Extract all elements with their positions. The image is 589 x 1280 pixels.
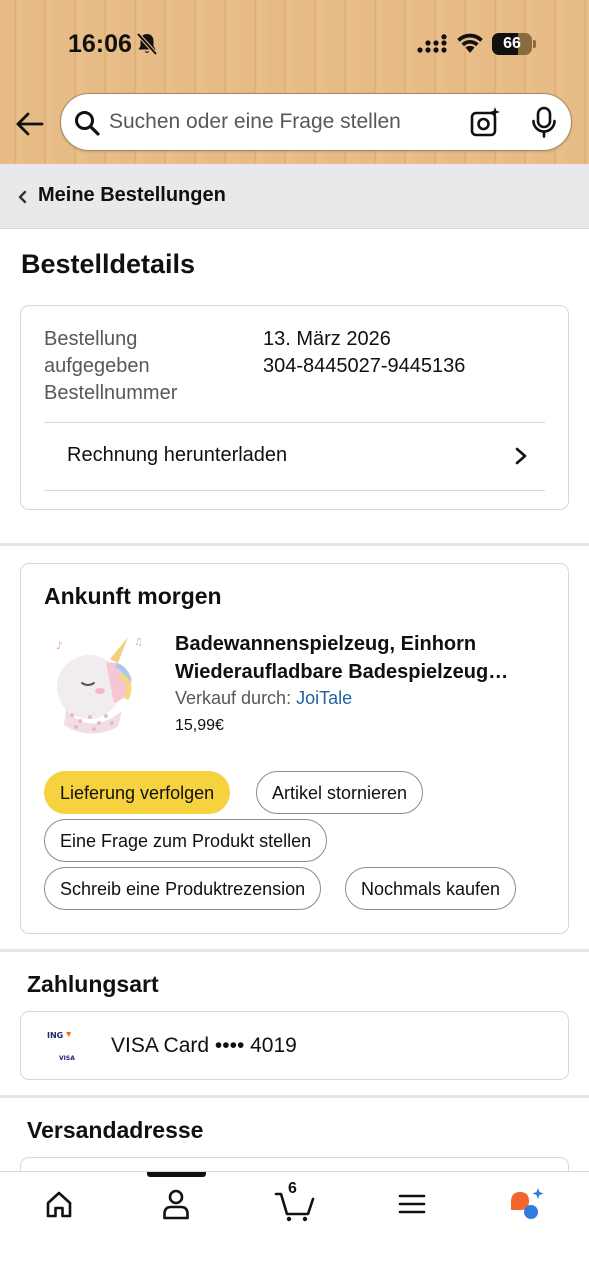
- cellular-signal-icon: [417, 34, 447, 53]
- menu-icon[interactable]: [392, 1186, 432, 1222]
- breadcrumb[interactable]: Meine Bestellungen: [0, 164, 589, 229]
- write-review-button[interactable]: Schreib eine Produktrezension: [44, 867, 322, 910]
- search-bar[interactable]: [60, 93, 572, 151]
- track-package-button[interactable]: Lieferung verfolgen: [44, 771, 231, 814]
- bottom-navigation: 6: [0, 1171, 589, 1280]
- cart-count-badge: 6: [288, 1180, 297, 1197]
- order-placed-label: Bestellung: [44, 328, 138, 350]
- seller-prefix: Verkauf durch:: [175, 688, 297, 708]
- payment-method-card[interactable]: ING VISA VISA Card •••• 4019: [20, 1011, 569, 1080]
- payment-card-text: VISA Card •••• 4019: [111, 1034, 297, 1057]
- divider: [44, 490, 545, 491]
- back-arrow-icon[interactable]: [14, 108, 46, 140]
- svg-text:♪: ♪: [56, 641, 62, 652]
- product-price: 15,99€: [175, 717, 224, 734]
- svg-text:VISA: VISA: [59, 1055, 75, 1062]
- breadcrumb-label: Meine Bestellungen: [38, 184, 226, 206]
- active-tab-indicator: [147, 1172, 206, 1177]
- download-invoice-label: Rechnung herunterladen: [67, 444, 288, 466]
- svg-text:ING: ING: [47, 1031, 63, 1040]
- bell-slash-icon: [136, 32, 158, 56]
- product-image[interactable]: ♪ ♫: [44, 629, 152, 739]
- product-title-line: Wiederaufladbare Badespielzeug…: [175, 661, 509, 683]
- rufus-assistant-icon[interactable]: [507, 1186, 547, 1222]
- order-date: 13. März 2026: [263, 328, 391, 350]
- camera-lens-icon[interactable]: [469, 106, 501, 138]
- bank-card-logo: ING VISA: [47, 1031, 75, 1062]
- order-number: 304-8445027-9445136: [263, 355, 466, 377]
- download-invoice-row[interactable]: Rechnung herunterladen: [21, 424, 568, 490]
- battery-percent: 66: [503, 35, 521, 52]
- payment-method-heading: Zahlungsart: [27, 971, 159, 997]
- seller-info: Verkauf durch: JoiTale: [175, 688, 352, 709]
- ask-product-question-button[interactable]: Eine Frage zum Produkt stellen: [44, 819, 328, 862]
- battery-indicator: 66: [492, 33, 536, 55]
- chevron-right-icon: [515, 447, 527, 465]
- product-title-line: Badewannenspielzeug, Einhorn: [175, 633, 477, 655]
- order-placed-label-cont: aufgegeben: [44, 355, 150, 377]
- status-bar: 16:06 66: [0, 26, 589, 66]
- home-icon[interactable]: [39, 1186, 79, 1222]
- chevron-left-icon: [18, 190, 27, 204]
- page-title: Bestelldetails: [21, 249, 196, 279]
- shipping-address-heading: Versandadresse: [27, 1117, 204, 1143]
- order-info-card: Bestellung aufgegeben Bestellnummer 13. …: [20, 305, 569, 510]
- divider: [44, 422, 545, 423]
- search-icon: [75, 111, 100, 136]
- cancel-item-button[interactable]: Artikel stornieren: [256, 771, 424, 814]
- seller-link[interactable]: JoiTale: [296, 688, 352, 708]
- search-input[interactable]: [109, 102, 449, 142]
- section-separator: [0, 1095, 589, 1098]
- wifi-icon: [457, 33, 483, 53]
- section-separator: [0, 949, 589, 952]
- section-separator: [0, 543, 589, 546]
- order-info-labels: Bestellung aufgegeben Bestellnummer: [44, 326, 234, 407]
- svg-text:♫: ♫: [134, 637, 143, 648]
- product-title-link[interactable]: Badewannenspielzeug, Einhorn Wiederaufla…: [175, 630, 545, 686]
- buy-again-button[interactable]: Nochmals kaufen: [345, 867, 517, 910]
- order-number-label: Bestellnummer: [44, 382, 178, 404]
- status-time: 16:06: [68, 30, 132, 58]
- shipment-card: Ankunft morgen ♪ ♫ Badewannenspielzeug, …: [20, 563, 569, 934]
- account-icon[interactable]: [156, 1186, 196, 1222]
- microphone-icon[interactable]: [529, 106, 559, 138]
- order-info-values: 13. März 2026 304-8445027-9445136: [263, 326, 465, 380]
- app-header: 16:06 66: [0, 0, 589, 164]
- cart-button[interactable]: 6: [274, 1180, 318, 1222]
- delivery-status-title: Ankunft morgen: [44, 583, 222, 609]
